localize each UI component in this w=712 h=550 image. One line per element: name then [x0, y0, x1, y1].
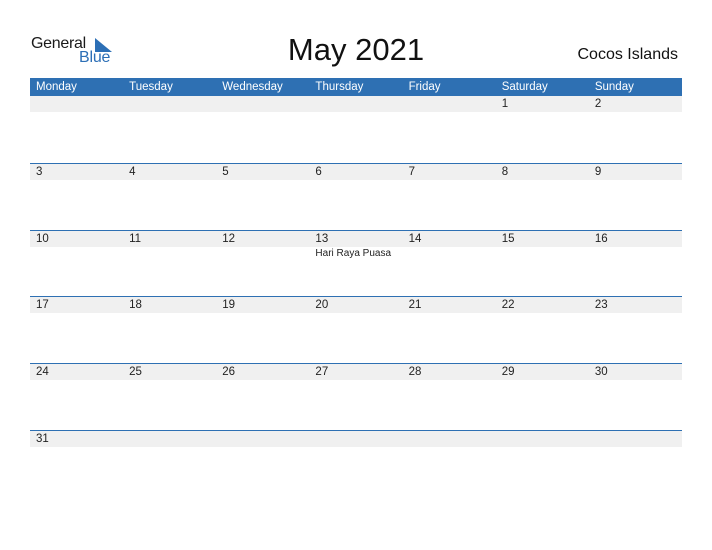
- day-cell: 31: [30, 431, 123, 491]
- day-number: 20: [315, 299, 329, 311]
- day-cell: 30: [589, 364, 682, 424]
- day-cell: 26: [216, 364, 309, 424]
- day-cell: 28: [403, 364, 496, 424]
- day-number: 25: [129, 366, 142, 378]
- day-number: 17: [36, 299, 49, 311]
- day-number: 30: [594, 366, 608, 378]
- day-number: 16: [594, 233, 608, 245]
- day-cell: 6: [309, 164, 402, 224]
- day-cell: 24: [30, 364, 123, 424]
- day-number: 15: [501, 233, 515, 245]
- day-number: 3: [36, 166, 43, 178]
- day-cell: 8: [496, 164, 589, 224]
- day-cell: 16: [589, 231, 682, 291]
- week-row: 31: [30, 430, 682, 497]
- day-number: 18: [129, 299, 142, 311]
- day-number: 5: [222, 166, 229, 178]
- day-number: 21: [408, 299, 422, 311]
- day-number: 1: [501, 98, 509, 110]
- week-cells: 12: [30, 96, 682, 156]
- day-number: 31: [36, 433, 49, 445]
- day-cell: 10: [30, 231, 123, 291]
- day-cell: 1: [496, 96, 589, 156]
- weekday-saturday: Saturday: [501, 81, 548, 93]
- day-number: 13: [315, 233, 329, 245]
- day-cell: 12: [216, 231, 309, 291]
- day-cell: 22: [496, 297, 589, 357]
- day-cell: 25: [123, 364, 216, 424]
- day-cell: 14: [403, 231, 496, 291]
- day-cell: 19: [216, 297, 309, 357]
- day-cell: [496, 431, 589, 491]
- weekday-sunday: Sunday: [594, 81, 634, 93]
- week-cells: 24 25 26 27 28 29 30: [30, 364, 682, 424]
- day-cell: 3: [30, 164, 123, 224]
- day-number: 19: [222, 299, 236, 311]
- week-cells: 10 11 12 13 Hari Raya Puasa 14 15 16: [30, 231, 682, 291]
- day-cell: 5: [216, 164, 309, 224]
- day-cell: 23: [589, 297, 682, 357]
- week-cells: 31: [30, 431, 682, 491]
- week-row: 10 11 12 13 Hari Raya Puasa 14 15 16: [30, 230, 682, 297]
- day-cell: 18: [123, 297, 216, 357]
- day-number: 26: [222, 366, 236, 378]
- day-number: 9: [594, 166, 602, 178]
- day-number: 22: [501, 299, 515, 311]
- weekday-friday: Friday: [408, 81, 441, 93]
- day-number: 27: [315, 366, 329, 378]
- day-cell: 11: [123, 231, 216, 291]
- day-cell: [589, 431, 682, 491]
- week-row: 12: [30, 96, 682, 163]
- day-cell: 20: [309, 297, 402, 357]
- day-number: 28: [408, 366, 422, 378]
- day-number: 7: [408, 166, 415, 178]
- day-number: 11: [129, 233, 142, 245]
- weekday-tuesday: Tuesday: [129, 81, 173, 93]
- week-row: 17 18 19 20 21 22 23: [30, 296, 682, 363]
- day-cell: 27: [309, 364, 402, 424]
- day-cell: 13 Hari Raya Puasa: [309, 231, 402, 291]
- day-number: 4: [129, 166, 136, 178]
- day-number: 6: [315, 166, 322, 178]
- holiday-label: Hari Raya Puasa: [315, 248, 392, 259]
- day-cell: 2: [589, 96, 682, 156]
- day-cell: [216, 96, 309, 156]
- day-cell: 4: [123, 164, 216, 224]
- day-number: 12: [222, 233, 236, 245]
- day-number: 14: [408, 233, 422, 245]
- weekday-monday: Monday: [36, 81, 77, 93]
- week-row: 3 4 5 6 7 8 9: [30, 163, 682, 230]
- day-number: 8: [501, 166, 509, 178]
- day-cell: [123, 431, 216, 491]
- day-cell: [403, 96, 496, 156]
- week-row: 24 25 26 27 28 29 30: [30, 363, 682, 430]
- day-cell: 29: [496, 364, 589, 424]
- weekday-header: Monday Tuesday Wednesday Thursday Friday…: [30, 78, 682, 96]
- day-cell: [123, 96, 216, 156]
- day-cell: [309, 431, 402, 491]
- weekday-thursday: Thursday: [315, 81, 364, 93]
- country-name: Cocos Islands: [577, 46, 679, 63]
- day-cell: [309, 96, 402, 156]
- day-cell: 17: [30, 297, 123, 357]
- day-cell: 7: [403, 164, 496, 224]
- day-number: 23: [594, 299, 608, 311]
- week-cells: 3 4 5 6 7 8 9: [30, 164, 682, 224]
- day-number: 29: [501, 366, 515, 378]
- day-cell: 21: [403, 297, 496, 357]
- day-cell: [216, 431, 309, 491]
- week-cells: 17 18 19 20 21 22 23: [30, 297, 682, 357]
- day-cell: 15: [496, 231, 589, 291]
- day-number: 24: [36, 366, 49, 378]
- day-cell: 9: [589, 164, 682, 224]
- day-cell: [403, 431, 496, 491]
- weekday-wednesday: Wednesday: [222, 81, 283, 93]
- day-cell: [30, 96, 123, 156]
- day-number: 10: [36, 233, 49, 245]
- day-number: 2: [594, 98, 602, 110]
